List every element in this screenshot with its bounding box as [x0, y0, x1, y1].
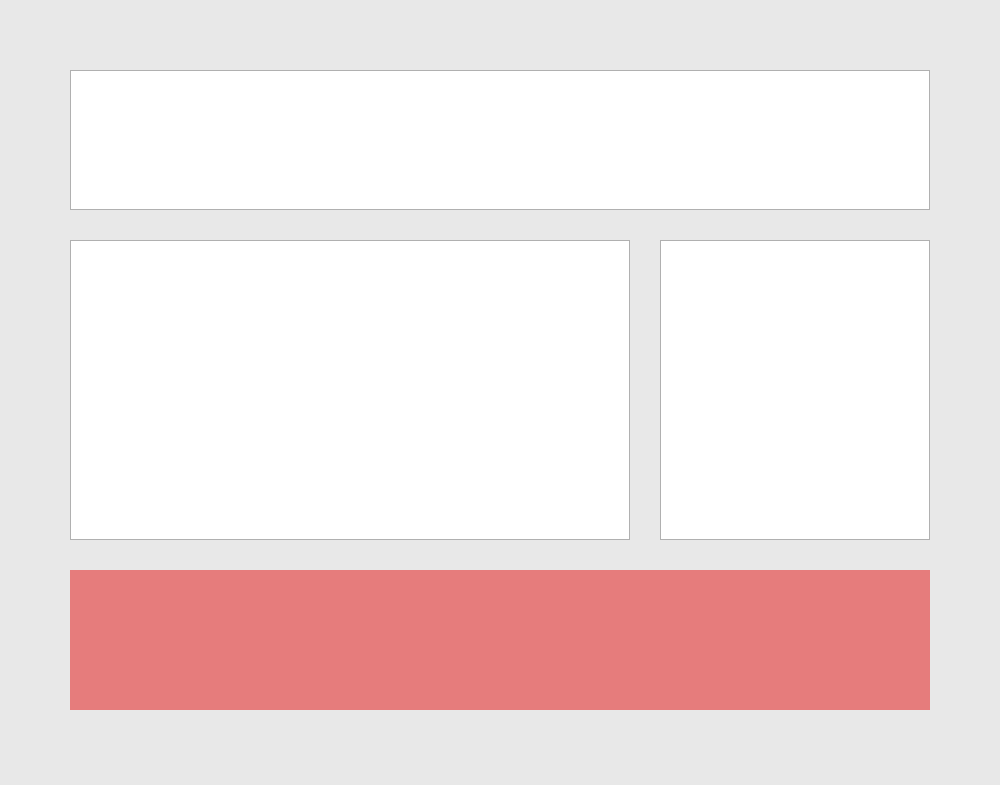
side-panel	[660, 240, 930, 540]
main-panel	[70, 240, 630, 540]
middle-row	[70, 240, 930, 540]
header-panel	[70, 70, 930, 210]
footer-panel	[70, 570, 930, 710]
